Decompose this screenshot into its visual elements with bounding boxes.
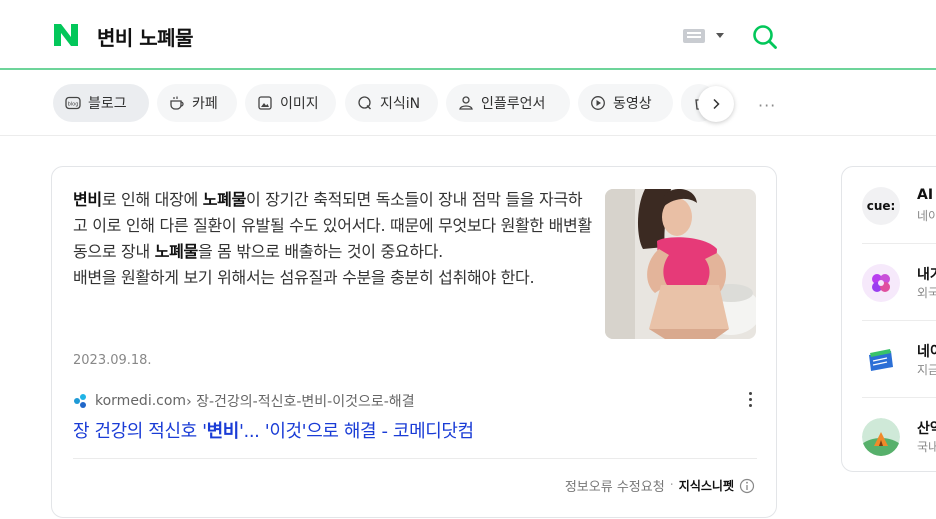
blog-icon: blog — [65, 96, 81, 110]
result-date: 2023.09.18. — [73, 353, 152, 368]
side-item-title: 네이 — [917, 344, 936, 360]
title-part: '... '이것'으로 해결 - 코메디닷컴 — [238, 421, 474, 442]
snippet-keyword: 변비 — [73, 190, 102, 209]
kin-icon — [358, 96, 371, 110]
side-item-ai[interactable]: cue: AI 네이 — [842, 167, 936, 243]
card-footer: 정보오류 수정요청 · 지식스니펫 — [565, 476, 755, 495]
title-part: 장 건강의 적신호 ' — [73, 421, 207, 442]
report-error-link[interactable]: 정보오류 수정요청 — [565, 476, 665, 495]
title-keyword: 변비 — [206, 421, 240, 442]
person-icon — [459, 96, 473, 110]
snippet-text: 변비로 인해 대장에 노폐물이 장기간 축적되면 독소들이 장내 점막 들을 자… — [73, 187, 593, 291]
snippet-keyword: 노폐물 — [202, 190, 247, 209]
side-item-subtitle: 외국 — [917, 286, 936, 300]
tab-blog[interactable]: blog 블로그 — [53, 84, 149, 122]
snippet-text-part: 을 몸 밖으로 배출하는 것이 중요하다. — [197, 242, 443, 261]
source-path: › 장-건강의-적신호-변비-이것으로-해결 — [186, 394, 415, 410]
result-title-link[interactable]: 장 건강의 적신호 '변비'... '이것'으로 해결 - 코메디닷컴 — [73, 417, 474, 443]
snippet-text-part: 배변을 원활하게 보기 위해서는 섬유질과 수분을 충분히 섭취해야 한다. — [73, 268, 535, 287]
search-icon[interactable] — [752, 24, 778, 50]
side-panel: cue: AI 네이 내가 외국 네이 — [841, 166, 936, 472]
image-icon — [258, 96, 272, 110]
naver-logo-icon[interactable] — [52, 22, 80, 48]
tab-label: 이미지 — [280, 96, 319, 112]
tabs-next-button[interactable] — [698, 86, 734, 122]
cue-logo-icon: cue: — [862, 187, 900, 225]
tab-image[interactable]: 이미지 — [245, 84, 336, 122]
tab-label: 동영상 — [613, 96, 652, 112]
separator-dot: · — [669, 478, 674, 493]
result-source[interactable]: kormedi.com › 장-건강의-적신호-변비-이것으로-해결 — [73, 391, 415, 411]
side-item-3[interactable]: 네이 지금 — [842, 321, 936, 397]
result-thumbnail[interactable] — [605, 189, 756, 339]
more-tabs-button[interactable]: ··· — [758, 96, 776, 115]
side-item-2[interactable]: 내가 외국 — [842, 244, 936, 320]
tab-label: 지식iN — [380, 96, 421, 112]
book-icon — [869, 349, 893, 371]
cafe-icon — [170, 96, 184, 110]
card-divider — [73, 458, 757, 459]
snippet-type-label: 지식스니펫 — [678, 479, 734, 493]
clover-icon — [862, 264, 900, 302]
more-options-icon[interactable] — [749, 392, 753, 408]
snippet-text-part: 로 인해 대장에 — [101, 190, 203, 209]
chevron-right-icon — [713, 98, 720, 110]
tab-kin[interactable]: 지식iN — [345, 84, 438, 122]
chevron-down-icon[interactable] — [716, 33, 724, 38]
side-item-4[interactable]: 산약 국내 — [842, 398, 936, 471]
camping-icon — [862, 418, 900, 456]
kormedi-favicon-icon — [74, 394, 86, 408]
tab-cafe[interactable]: 카페 — [157, 84, 237, 122]
tab-label: 인플루언서 — [481, 96, 546, 112]
search-header: 변비 노폐물 — [0, 0, 936, 70]
side-item-subtitle: 네이 — [917, 209, 936, 223]
keyboard-icon[interactable] — [683, 29, 705, 43]
cue-badge-text: cue: — [866, 199, 896, 213]
tab-label: 카페 — [192, 96, 218, 112]
info-icon[interactable] — [739, 478, 755, 494]
side-item-subtitle: 지금 — [917, 363, 936, 377]
side-item-title: AI — [917, 187, 934, 203]
search-results-page: 변비 노폐물 blog 블로그 카페 이미지 지식iN 인플루언서 동영상 ··… — [0, 0, 936, 519]
tab-influencer[interactable]: 인플루언서 — [446, 84, 570, 122]
search-tabs: blog 블로그 카페 이미지 지식iN 인플루언서 동영상 ··· — [0, 72, 936, 136]
play-icon — [591, 96, 605, 110]
tab-video[interactable]: 동영상 — [578, 84, 673, 122]
source-site[interactable]: kormedi.com — [95, 393, 186, 409]
search-query-text[interactable]: 변비 노폐물 — [97, 22, 193, 51]
svg-text:blog: blog — [68, 101, 79, 107]
snippet-keyword: 노폐물 — [154, 242, 199, 261]
tab-label: 블로그 — [88, 96, 127, 112]
side-item-title: 산약 — [917, 421, 936, 437]
knowledge-snippet-card: 변비로 인해 대장에 노폐물이 장기간 축적되면 독소들이 장내 점막 들을 자… — [51, 166, 777, 518]
side-item-subtitle: 국내 — [917, 440, 936, 454]
side-item-title: 내가 — [917, 267, 936, 283]
